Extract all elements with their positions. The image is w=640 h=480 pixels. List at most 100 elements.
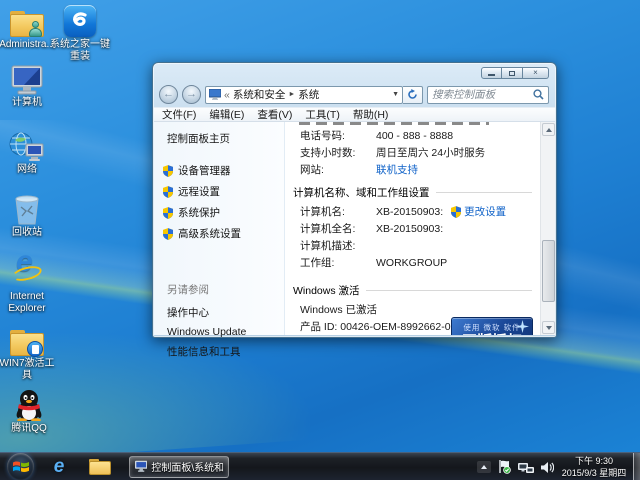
genuine-license-badge[interactable]: 使用 微软 软件 正版授权 安全 稳定 声誉 [451, 317, 533, 335]
row-label: 网站: [300, 162, 376, 177]
system-control-panel-window: × ← → « 系统和安全 ► 系统 ▼ 搜索控制面板 [152, 62, 557, 338]
computer-name-section-header: 计算机名称、域和工作组设置 [285, 185, 540, 200]
uac-shield-icon [163, 186, 173, 198]
desktop-icon-win7-activator[interactable]: WIN7激活工具 [0, 324, 55, 382]
menu-edit[interactable]: 编辑(E) [209, 107, 244, 122]
refresh-button[interactable] [403, 86, 423, 104]
minimize-button[interactable] [481, 67, 502, 79]
uac-shield-icon [451, 206, 461, 218]
windows-flag-icon [13, 459, 29, 474]
row-value: WORKGROUP [376, 257, 447, 269]
desktop-icon-label: Administra... [0, 39, 55, 51]
window-titlebar[interactable]: × [153, 63, 556, 82]
online-support-link[interactable]: 联机支持 [376, 162, 418, 177]
desktop-icon-network[interactable]: 网络 [0, 130, 55, 176]
maximize-button[interactable] [502, 67, 523, 79]
support-row-website: 网站: 联机支持 [285, 161, 540, 178]
uac-shield-icon [163, 207, 173, 219]
crumb-overflow-chevrons[interactable]: « [224, 89, 230, 101]
taskbar-ie-button[interactable]: e [43, 455, 75, 479]
qq-penguin-icon [14, 389, 44, 421]
clock-date: 2015/9/3 星期四 [558, 467, 630, 479]
sidebar-item-device-manager[interactable]: 设备管理器 [154, 160, 284, 181]
row-value: XB-20150903: [376, 223, 443, 235]
address-dropdown-icon[interactable]: ▼ [392, 91, 399, 98]
syshome-app-icon [64, 5, 96, 37]
row-value: 周日至周六 24小时服务 [376, 145, 485, 160]
taskbar-task-control-panel[interactable]: 控制面板\系统和... [129, 456, 229, 478]
desktop-icon-internet-explorer[interactable]: e Internet Explorer [0, 257, 55, 315]
sidebar-item-advanced-system-settings[interactable]: 高级系统设置 [154, 223, 284, 244]
activation-zone: Windows 已激活 产品 ID: 00426-OEM-8992662-000… [285, 301, 540, 335]
sidebar-task-label: 设备管理器 [178, 163, 231, 178]
activation-status-row: Windows 已激活 [285, 301, 540, 318]
desktop-icon-administrator[interactable]: Administra... [0, 5, 55, 51]
clipped-scrolled-text [299, 122, 489, 125]
desktop-icon-label: 系统之家一键重装 [49, 39, 111, 63]
row-value: XB-20150903: [376, 206, 443, 218]
system-mini-icon [209, 89, 221, 100]
vertical-scrollbar[interactable] [540, 122, 555, 335]
clock-time: 下午 9:30 [558, 455, 630, 467]
desktop-icon-label: 网络 [17, 164, 37, 176]
menu-help[interactable]: 帮助(H) [353, 107, 389, 122]
desktop-icon-qq[interactable]: 腾讯QQ [1, 389, 57, 435]
refresh-icon [407, 89, 418, 100]
search-placeholder: 搜索控制面板 [432, 87, 533, 102]
sparkle-star-icon [516, 320, 529, 333]
computer-description-row: 计算机描述: [285, 237, 540, 254]
sidebar-item-action-center[interactable]: 操作中心 [154, 302, 284, 323]
forward-button[interactable]: → [182, 85, 201, 104]
uac-shield-icon [163, 165, 173, 177]
desktop-icon-syshome-reinstall[interactable]: 系统之家一键重装 [49, 5, 111, 63]
breadcrumb-system-security[interactable]: 系统和安全 [233, 87, 286, 102]
row-value: 400 - 888 - 8888 [376, 130, 453, 142]
scroll-down-button[interactable] [542, 321, 555, 334]
support-row-phone: 电话号码: 400 - 888 - 8888 [285, 127, 540, 144]
search-icon[interactable] [533, 89, 544, 100]
sidebar-item-performance-tools[interactable]: 性能信息和工具 [154, 341, 284, 362]
sidebar-task-label: 高级系统设置 [178, 226, 241, 241]
show-hidden-icons-button[interactable] [477, 461, 491, 473]
menu-file[interactable]: 文件(F) [162, 107, 196, 122]
sidebar-item-home[interactable]: 控制面板主页 [154, 131, 284, 160]
sidebar-item-remote-settings[interactable]: 远程设置 [154, 181, 284, 202]
change-settings-link[interactable]: 更改设置 [451, 204, 506, 219]
desktop-icon-label: Internet Explorer [0, 291, 55, 315]
search-input[interactable]: 搜索控制面板 [427, 86, 549, 104]
computer-name-row: 计算机名: XB-20150903: 更改设置 [285, 203, 540, 220]
row-label: 计算机全名: [300, 221, 376, 236]
system-window-icon [135, 460, 147, 473]
address-bar[interactable]: « 系统和安全 ► 系统 ▼ [205, 86, 403, 104]
breadcrumb-system[interactable]: 系统 [298, 87, 319, 102]
scroll-up-button[interactable] [542, 123, 555, 136]
start-button[interactable] [7, 453, 34, 480]
folder-icon [89, 459, 111, 475]
back-button[interactable]: ← [159, 85, 178, 104]
close-button[interactable]: × [523, 67, 549, 79]
crumb-separator-icon: ► [288, 91, 295, 98]
system-page-content: 电话号码: 400 - 888 - 8888 支持小时数: 周日至周六 24小时… [285, 122, 540, 335]
desktop-icon-recycle-bin[interactable]: 回收站 [0, 193, 55, 239]
volume-tray-icon[interactable] [541, 461, 554, 474]
show-desktop-button[interactable] [633, 453, 640, 480]
product-id: 产品 ID: 00426-OEM-8992662-00006 [300, 319, 474, 334]
sidebar-item-windows-update[interactable]: Windows Update [154, 323, 284, 341]
network-tray-icon[interactable] [518, 461, 534, 474]
desktop-icon-label: 腾讯QQ [11, 423, 47, 435]
taskbar: e 控制面板\系统和... 下 [0, 452, 640, 480]
row-label: 计算机名: [300, 204, 376, 219]
sidebar-task-label: 远程设置 [178, 184, 220, 199]
menu-bar: 文件(F) 编辑(E) 查看(V) 工具(T) 帮助(H) [154, 107, 555, 122]
taskbar-clock[interactable]: 下午 9:30 2015/9/3 星期四 [558, 455, 630, 479]
folder-with-app-icon [10, 324, 44, 356]
taskbar-explorer-button[interactable] [84, 455, 116, 479]
desktop-icon-label: 回收站 [12, 227, 42, 239]
action-center-flag-icon[interactable] [498, 460, 511, 474]
see-also-header: 另请参阅 [154, 278, 284, 302]
sidebar-item-system-protection[interactable]: 系统保护 [154, 202, 284, 223]
desktop-icon-computer[interactable]: 计算机 [0, 63, 55, 109]
menu-tools[interactable]: 工具(T) [305, 107, 339, 122]
menu-view[interactable]: 查看(V) [257, 107, 292, 122]
scrollbar-thumb[interactable] [542, 240, 555, 302]
